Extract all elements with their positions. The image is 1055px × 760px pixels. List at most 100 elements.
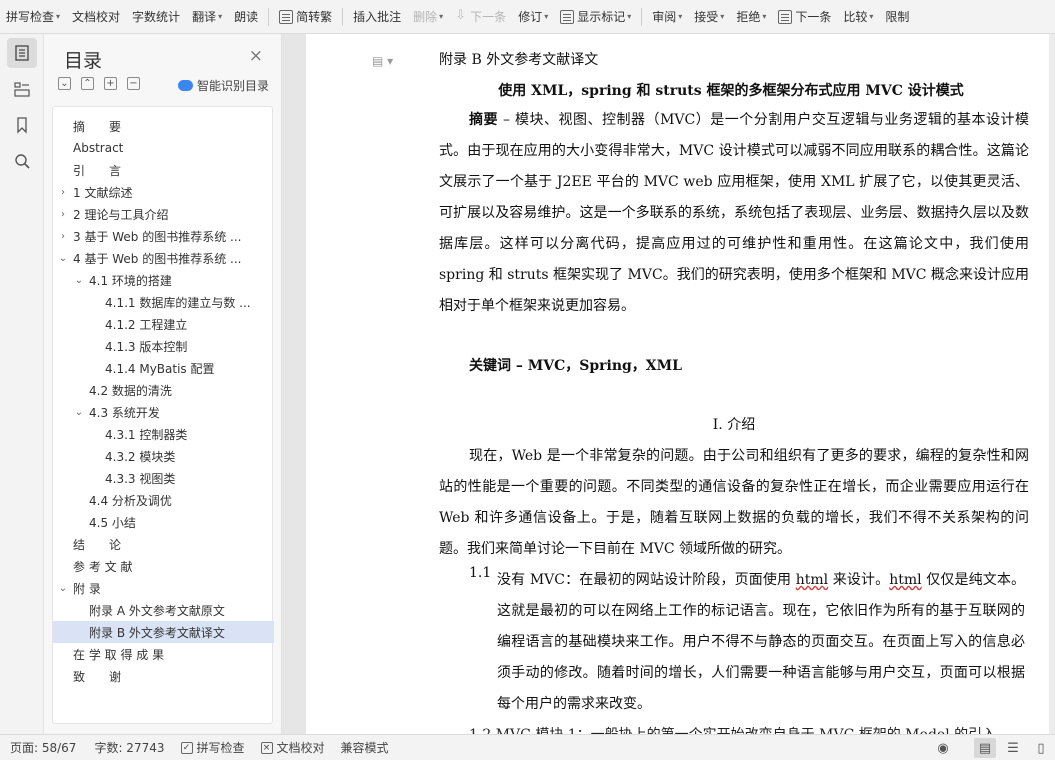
toc-item[interactable]: 结 论 [53,533,274,555]
chevron-icon[interactable]: ⌄ [57,583,69,594]
page-view-icon[interactable]: ▤ [974,738,996,758]
toolbar-button-11[interactable]: 审阅 ▾ [646,6,688,28]
toc-item-label: 附 录 [73,581,101,596]
toc-item[interactable]: 摘 要 [53,115,274,137]
toolbar-button-16[interactable]: 限制 [879,6,915,28]
toc-item-label: 结 论 [73,537,122,552]
chevron-icon[interactable]: ⌄ [73,407,85,418]
wps-writer-window: 拼写检查▾文档校对字数统计翻译▾朗读简转繁插入批注删除▾下一条修订▾显示标记▾审… [0,0,1055,760]
toolbar-label: 修订 [518,10,543,24]
toolbar-label: 审阅 [652,10,677,24]
toolbar-label: 下一条 [795,10,832,24]
chapter-nav-button[interactable] [7,74,37,104]
spell-flag-word[interactable]: html [889,572,921,588]
toc-item-label: 在 学 取 得 成 果 [73,647,165,662]
expand-up-icon[interactable]: ⌃ [81,77,94,90]
toolbar-button-13[interactable]: 拒绝 ▾ [730,6,772,28]
abstract-paragraph: 摘要 – 模块、视图、控制器（MVC）是一个分割用户交互逻辑与业务逻辑的基本设计… [439,105,1029,322]
chevron-down-icon: ▾ [56,12,61,21]
toc-item-label: 4 基于 Web 的图书推荐系统 ... [73,251,242,266]
bookmark-icon [17,117,27,134]
toc-item[interactable]: 引 言 [53,159,274,181]
spell-flag-word[interactable]: html [796,572,828,588]
toc-item[interactable]: 4.3.3 视图类 [53,467,274,489]
abstract-text: – 模块、视图、控制器（MVC）是一个分割用户交互逻辑与业务逻辑的基本设计模式。… [439,112,1030,314]
proofread-toggle[interactable]: × 文档校对 [260,739,325,756]
smart-toc-button[interactable]: 智能识别目录 [178,77,269,94]
close-icon[interactable]: × [249,48,263,65]
bookmark-button[interactable] [7,110,37,140]
document-canvas[interactable]: ▤ ▾ 附录 B 外文参考文献译文 使用 XML，spring 和 struts… [282,34,1055,734]
toc-panel-toggle[interactable] [7,38,37,68]
toc-item-label: 4.1.3 版本控制 [105,339,188,354]
vertical-scrollbar[interactable] [1049,34,1055,734]
chevron-down-icon: ▾ [627,12,632,21]
toolbar-button-12[interactable]: 接受 ▾ [688,6,730,28]
outline-view-icon[interactable]: ☰ [1002,738,1024,758]
toc-item[interactable]: 4.1.4 MyBatis 配置 [53,357,274,379]
page-menu-icon[interactable]: ▤ ▾ [372,54,393,68]
chevron-down-icon: ▾ [544,12,549,21]
page-indicator[interactable]: 页面: 58/67 [10,739,76,756]
toolbar-button-9[interactable]: 修订 ▾ [512,6,554,28]
spell-check-toggle[interactable]: ✓ 拼写检查 [180,739,245,756]
document-page[interactable]: ▤ ▾ 附录 B 外文参考文献译文 使用 XML，spring 和 struts… [306,34,1055,734]
toolbar-button-1[interactable]: 文档校对 [66,6,126,28]
collapse-all-icon[interactable]: ⌄ [58,77,71,90]
word-count[interactable]: 字数: 27743 [94,739,164,756]
find-button[interactable] [7,146,37,176]
toc-item-label: 引 言 [73,163,122,178]
toolbar-button-3[interactable]: 翻译 ▾ [186,6,228,28]
chevron-icon[interactable]: › [57,231,69,242]
toolbar-label: 简转繁 [296,10,333,24]
toolbar-button-5[interactable]: 简转繁 [273,6,338,28]
toc-item-label: 4.1.1 数据库的建立与数 ... [105,295,251,310]
chevron-icon[interactable]: ⌄ [73,275,85,286]
toc-item[interactable]: ⌄ 4.3 系统开发 [53,401,274,423]
toc-item[interactable]: ⌄ 4 基于 Web 的图书推荐系统 ... [53,247,274,269]
chevron-icon[interactable]: › [57,187,69,198]
remove-heading-icon[interactable]: − [127,77,140,90]
toolbar-button-4[interactable]: 朗读 [228,6,264,28]
add-heading-icon[interactable]: + [104,77,117,90]
toc-item[interactable]: 在 学 取 得 成 果 [53,643,274,665]
list-text-part: 来设计。 [828,572,890,588]
chevron-icon[interactable]: ⌄ [57,253,69,264]
chevron-icon[interactable]: › [57,209,69,220]
toc-title: 目录 [64,50,103,72]
toolbar-button-2[interactable]: 字数统计 [126,6,186,28]
appendix-heading: 附录 B 外文参考文献译文 [439,52,599,68]
toc-item[interactable]: 致 谢 [53,665,274,687]
toc-item[interactable]: 4.5 小结 [53,511,274,533]
eye-icon[interactable]: ◉ [932,738,954,758]
toc-item[interactable]: › 2 理论与工具介绍 [53,203,274,225]
web-view-icon[interactable]: ▯ [1030,738,1052,758]
toc-item[interactable]: › 3 基于 Web 的图书推荐系统 ... [53,225,274,247]
toc-item[interactable]: › 1 文献综述 [53,181,274,203]
toc-item[interactable]: Abstract [53,137,274,159]
toc-item[interactable]: 4.3.1 控制器类 [53,423,274,445]
toc-item[interactable]: 4.1.2 工程建立 [53,313,274,335]
checkbox-icon: ✓ [180,741,193,754]
spell-check-label: 拼写检查 [196,741,245,755]
toolbar-button-7[interactable]: 删除 ▾ [407,6,449,28]
toolbar-button-10[interactable]: 显示标记 ▾ [554,6,637,28]
toc-item[interactable]: 附录 B 外文参考文献译文 [53,621,274,643]
toc-item[interactable]: 4.1.1 数据库的建立与数 ... [53,291,274,313]
toc-item[interactable]: 附录 A 外文参考文献原文 [53,599,274,621]
toc-item[interactable]: 4.3.2 模块类 [53,445,274,467]
toolbar-button-0[interactable]: 拼写检查 ▾ [0,6,66,28]
toc-item[interactable]: ⌄ 4.1 环境的搭建 [53,269,274,291]
toc-item[interactable]: 参 考 文 献 [53,555,274,577]
document-outline-icon [15,45,29,61]
toolbar-button-6[interactable]: 插入批注 [347,6,407,28]
toolbar-button-8[interactable]: 下一条 [449,6,512,28]
toc-item[interactable]: 4.1.3 版本控制 [53,335,274,357]
toolbar-button-14[interactable]: 下一条 [772,6,837,28]
next-arrow-icon [455,8,467,24]
toc-item[interactable]: ⌄ 附 录 [53,577,274,599]
toc-item[interactable]: 4.2 数据的清洗 [53,379,274,401]
toolbar-button-15[interactable]: 比较 ▾ [837,6,879,28]
toolbar-label: 删除 [413,10,438,24]
toc-item[interactable]: 4.4 分析及调优 [53,489,274,511]
